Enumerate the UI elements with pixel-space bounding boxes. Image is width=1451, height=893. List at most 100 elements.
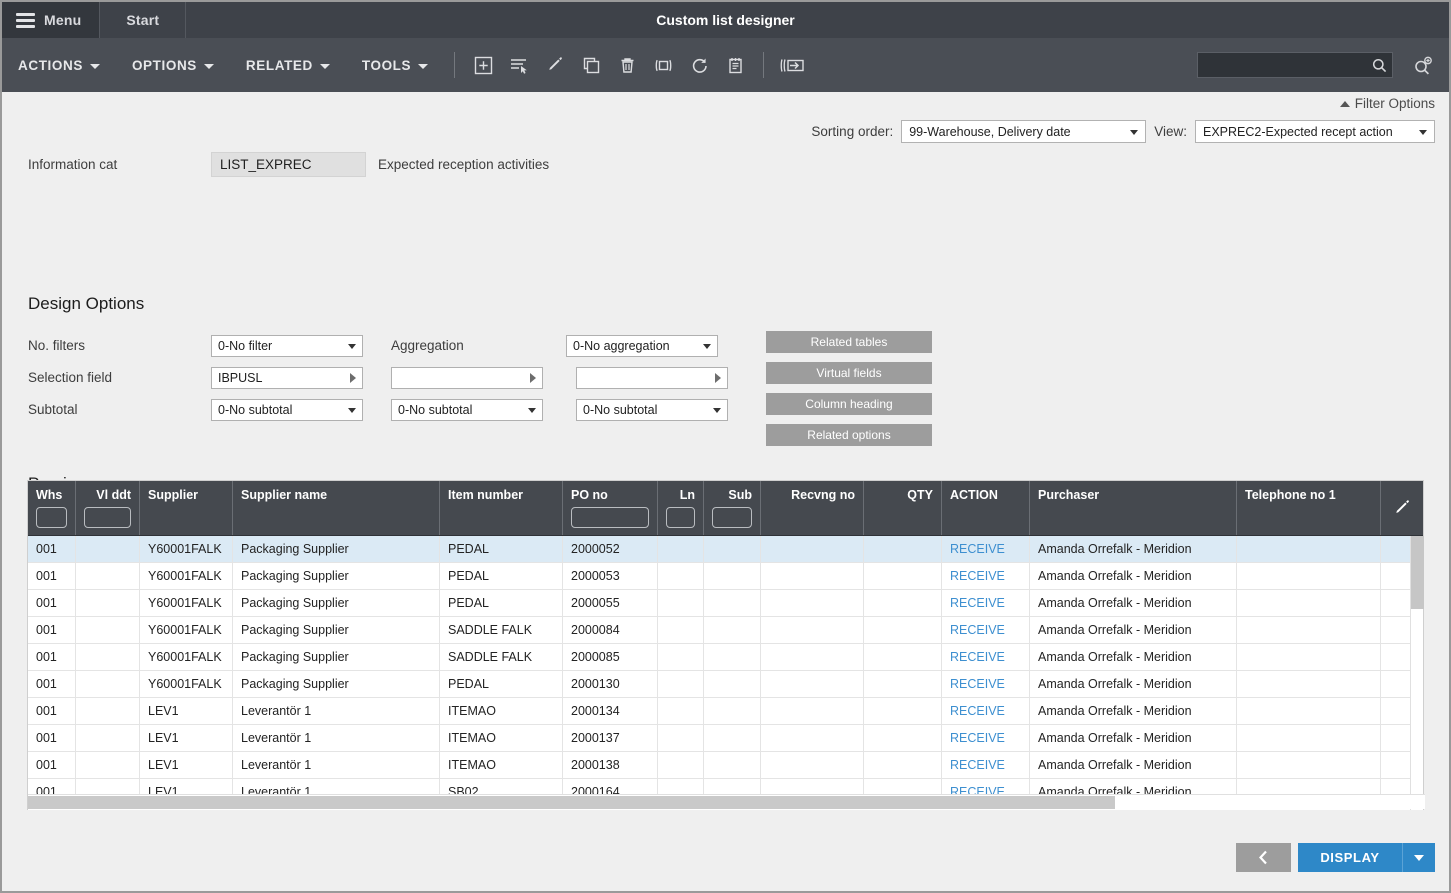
column-header-qty[interactable]: QTY xyxy=(864,481,942,535)
related-tables-button[interactable]: Related tables xyxy=(766,331,932,353)
column-header-po-no[interactable]: PO no xyxy=(563,481,658,535)
sorting-order-select[interactable]: 99-Warehouse, Delivery date xyxy=(901,120,1146,143)
vertical-scroll-thumb[interactable] xyxy=(1411,536,1424,609)
chevron-down-icon xyxy=(1130,130,1138,135)
table-row[interactable]: 001Y60001FALKPackaging SupplierPEDAL2000… xyxy=(28,590,1423,617)
related-options-button[interactable]: Related options xyxy=(766,424,932,446)
copy-icon[interactable] xyxy=(575,49,607,81)
row-action-link[interactable]: RECEIVE xyxy=(942,644,1030,670)
back-button[interactable] xyxy=(1236,843,1291,872)
table-row[interactable]: 001Y60001FALKPackaging SupplierPEDAL2000… xyxy=(28,563,1423,590)
column-header-item-number[interactable]: Item number xyxy=(440,481,563,535)
column-header-supplier[interactable]: Supplier xyxy=(140,481,233,535)
view-select[interactable]: EXPREC2-Expected recept action xyxy=(1195,120,1435,143)
search-input[interactable] xyxy=(1198,53,1366,77)
display-dropdown-button[interactable] xyxy=(1402,843,1435,872)
table-row[interactable]: 001Y60001FALKPackaging SupplierSADDLE FA… xyxy=(28,617,1423,644)
advanced-search-icon[interactable] xyxy=(1409,52,1437,80)
edit-pencil-icon[interactable] xyxy=(539,49,571,81)
toolbar-menu-related[interactable]: RELATED xyxy=(230,38,346,92)
selection-field-input-3[interactable] xyxy=(576,367,728,389)
search-box[interactable] xyxy=(1197,52,1393,78)
aggregation-select[interactable]: 0-No aggregation xyxy=(566,335,718,357)
toolbar-menu-actions[interactable]: ACTIONS xyxy=(2,38,116,92)
table-cell xyxy=(704,698,761,724)
toolbar-menu-options-label: OPTIONS xyxy=(132,58,197,73)
row-action-link[interactable]: RECEIVE xyxy=(942,725,1030,751)
selection-field-input-1[interactable]: IBPUSL xyxy=(211,367,363,389)
table-cell: 2000138 xyxy=(563,752,658,778)
subtotal-select-1[interactable]: 0-No subtotal xyxy=(211,399,363,421)
table-horizontal-scrollbar[interactable] xyxy=(28,794,1425,809)
select-list-icon[interactable] xyxy=(503,49,535,81)
subtotal-select-3[interactable]: 0-No subtotal xyxy=(576,399,728,421)
table-row[interactable]: 001Y60001FALKPackaging SupplierSADDLE FA… xyxy=(28,644,1423,671)
column-header-purchaser[interactable]: Purchaser xyxy=(1030,481,1237,535)
table-cell xyxy=(76,698,140,724)
chevron-down-icon xyxy=(418,64,428,69)
add-box-icon[interactable] xyxy=(467,49,499,81)
table-cell xyxy=(658,752,704,778)
column-filter-po-no[interactable] xyxy=(571,507,649,528)
column-filter-ln[interactable] xyxy=(666,507,695,528)
virtual-fields-button[interactable]: Virtual fields xyxy=(766,362,932,384)
subtotal-select-2[interactable]: 0-No subtotal xyxy=(391,399,543,421)
row-action-link[interactable]: RECEIVE xyxy=(942,698,1030,724)
no-filters-select[interactable]: 0-No filter xyxy=(211,335,363,357)
table-cell: SADDLE FALK xyxy=(440,617,563,643)
column-header-action[interactable]: ACTION xyxy=(942,481,1030,535)
table-cell xyxy=(761,671,864,697)
table-row[interactable]: 001LEV1Leverantör 1ITEMAO2000134RECEIVEA… xyxy=(28,698,1423,725)
column-header-vl-ddt[interactable]: Vl ddt xyxy=(76,481,140,535)
sorting-and-view-bar: Sorting order: 99-Warehouse, Delivery da… xyxy=(811,120,1435,143)
table-cell xyxy=(76,725,140,751)
column-header-telephone-no-1[interactable]: Telephone no 1 xyxy=(1237,481,1381,535)
row-action-link[interactable]: RECEIVE xyxy=(942,671,1030,697)
toolbar: ACTIONS OPTIONS RELATED TOOLS xyxy=(2,38,1449,92)
export-icon[interactable] xyxy=(776,49,808,81)
column-filter-vl-ddt[interactable] xyxy=(84,507,131,528)
table-cell: Packaging Supplier xyxy=(233,536,440,562)
row-action-link[interactable]: RECEIVE xyxy=(942,563,1030,589)
duplicate-icon[interactable] xyxy=(647,49,679,81)
row-action-link[interactable]: RECEIVE xyxy=(942,590,1030,616)
search-icon[interactable] xyxy=(1366,58,1392,73)
row-action-link[interactable]: RECEIVE xyxy=(942,617,1030,643)
start-tab[interactable]: Start xyxy=(100,2,186,38)
toolbar-menu-options[interactable]: OPTIONS xyxy=(116,38,230,92)
refresh-icon[interactable] xyxy=(683,49,715,81)
table-row[interactable]: 001Y60001FALKPackaging SupplierPEDAL2000… xyxy=(28,536,1423,563)
table-row[interactable]: 001Y60001FALKPackaging SupplierPEDAL2000… xyxy=(28,671,1423,698)
column-header-sub[interactable]: Sub xyxy=(704,481,761,535)
column-header-whs[interactable]: Whs xyxy=(28,481,76,535)
chevron-down-icon xyxy=(528,408,536,413)
table-row[interactable]: 001LEV1Leverantör 1ITEMAO2000137RECEIVEA… xyxy=(28,725,1423,752)
table-cell: 2000137 xyxy=(563,725,658,751)
table-cell: Amanda Orrefalk - Meridion xyxy=(1030,563,1237,589)
column-header-label: Recvng no xyxy=(791,488,855,502)
horizontal-scroll-thumb[interactable] xyxy=(28,796,1115,809)
column-header-supplier-name[interactable]: Supplier name xyxy=(233,481,440,535)
column-header-edit[interactable] xyxy=(1381,481,1423,535)
toolbar-menu-tools[interactable]: TOOLS xyxy=(346,38,444,92)
column-filter-whs[interactable] xyxy=(36,507,67,528)
menu-button[interactable]: Menu xyxy=(2,2,100,38)
row-action-link[interactable]: RECEIVE xyxy=(942,536,1030,562)
row-action-link[interactable]: RECEIVE xyxy=(942,752,1030,778)
column-header-recvng-no[interactable]: Recvng no xyxy=(761,481,864,535)
table-cell: Y60001FALK xyxy=(140,617,233,643)
display-button[interactable]: DISPLAY xyxy=(1298,843,1402,872)
table-cell xyxy=(864,671,942,697)
table-row[interactable]: 001LEV1Leverantör 1ITEMAO2000138RECEIVEA… xyxy=(28,752,1423,779)
table-cell xyxy=(1237,644,1381,670)
column-header-ln[interactable]: Ln xyxy=(658,481,704,535)
column-heading-button[interactable]: Column heading xyxy=(766,393,932,415)
column-filter-sub[interactable] xyxy=(712,507,752,528)
table-vertical-scrollbar[interactable] xyxy=(1410,536,1423,810)
notes-icon[interactable] xyxy=(719,49,751,81)
selection-field-input-2[interactable] xyxy=(391,367,543,389)
table-cell xyxy=(658,671,704,697)
table-cell: 2000052 xyxy=(563,536,658,562)
delete-trash-icon[interactable] xyxy=(611,49,643,81)
filter-options-toggle[interactable]: Filter Options xyxy=(1340,96,1435,111)
